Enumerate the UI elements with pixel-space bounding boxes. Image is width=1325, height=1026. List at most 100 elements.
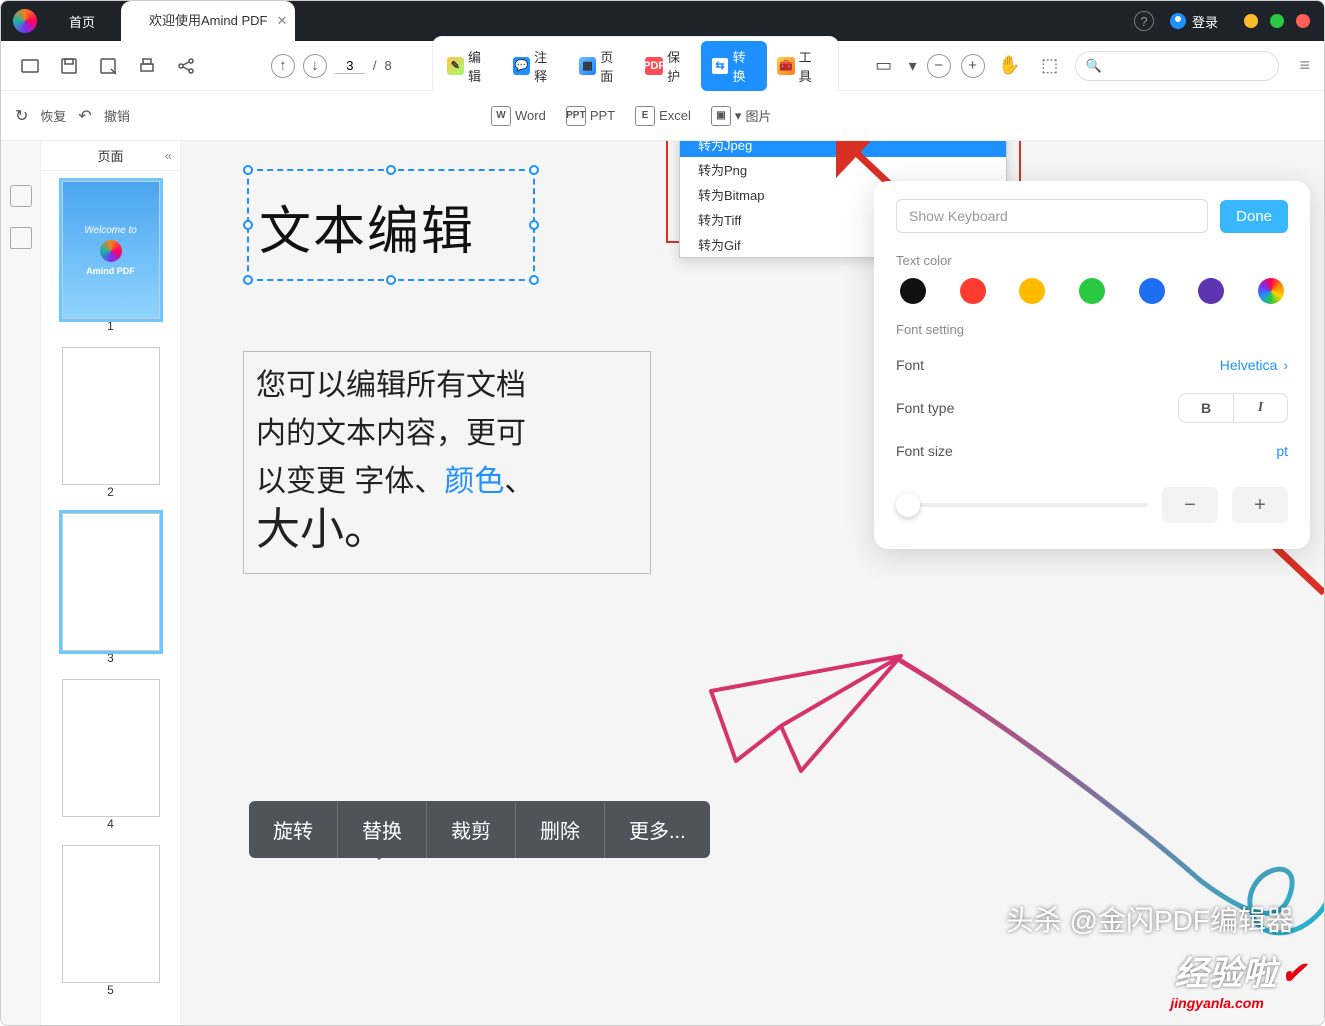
search-input[interactable] xyxy=(1075,51,1280,81)
zoom-out-icon[interactable]: − xyxy=(927,54,951,78)
selected-text-frame[interactable]: 文本编辑 xyxy=(247,169,535,281)
color-picker-icon[interactable] xyxy=(1258,278,1284,304)
color-swatches xyxy=(896,278,1288,310)
body-paragraph[interactable]: 您可以编辑所有文档 内的文本内容，更可 以变更 字体、颜色、 大小。 xyxy=(243,351,651,574)
ctx-delete[interactable]: 删除 xyxy=(516,801,605,858)
thumb-2-number: 2 xyxy=(62,485,160,499)
resize-handle[interactable] xyxy=(243,165,253,175)
convert-word[interactable]: WWord xyxy=(491,106,546,126)
zoom-in-icon[interactable]: + xyxy=(961,54,985,78)
thumb-3-number: 3 xyxy=(62,651,160,665)
color-yellow[interactable] xyxy=(1019,278,1045,304)
redo-icon[interactable]: ↻ xyxy=(15,106,28,126)
thumbnails-rail-icon[interactable] xyxy=(10,185,32,207)
document-canvas[interactable]: 转为Jpeg 转为Png 转为Bitmap 转为Tiff 转为Gif 文本编辑 … xyxy=(181,141,1324,1025)
undo-icon[interactable]: ↶ xyxy=(78,106,91,126)
dropdown-item-png[interactable]: 转为Png xyxy=(680,157,1006,182)
thumbnail-2[interactable] xyxy=(62,347,160,485)
resize-handle[interactable] xyxy=(243,275,253,285)
minimize-dot[interactable] xyxy=(1244,14,1258,28)
increase-size-button[interactable]: + xyxy=(1232,487,1288,523)
resize-handle[interactable] xyxy=(529,220,539,230)
font-size-slider[interactable] xyxy=(896,503,1148,507)
color-red[interactable] xyxy=(960,278,986,304)
convert-ppt[interactable]: PPTPPT xyxy=(566,106,615,126)
ctx-replace[interactable]: 替换 xyxy=(338,801,427,858)
mode-tools[interactable]: 🧰工具 xyxy=(767,41,833,91)
ctx-more[interactable]: 更多... xyxy=(605,801,710,858)
thumb-cover-name: Amind PDF xyxy=(86,266,135,276)
convert-excel[interactable]: EExcel xyxy=(635,106,691,126)
open-icon[interactable] xyxy=(15,51,44,81)
italic-toggle[interactable]: I xyxy=(1233,394,1287,422)
mode-annotate-label: 注释 xyxy=(534,47,559,85)
print-icon[interactable] xyxy=(133,51,162,81)
mode-tabs: ✎编辑 💬注释 ▦页面 PDF保护 ⇆转换 🧰工具 xyxy=(432,36,839,96)
share-icon[interactable] xyxy=(172,51,201,81)
color-green[interactable] xyxy=(1079,278,1105,304)
save-as-icon[interactable] xyxy=(93,51,122,81)
collapse-panel-icon[interactable]: « xyxy=(165,148,172,163)
select-tool-icon[interactable]: ⬚ xyxy=(1035,51,1065,81)
page-navigator: ↑ ↓ / 8 xyxy=(271,54,392,78)
para-line4: 大小。 xyxy=(256,505,388,554)
watermark-author: 头杀 @金闪PDF编辑器 xyxy=(1006,899,1294,939)
save-icon[interactable] xyxy=(54,51,83,81)
resize-handle[interactable] xyxy=(386,165,396,175)
done-button[interactable]: Done xyxy=(1220,200,1288,233)
font-row[interactable]: Font Helvetica› xyxy=(896,347,1288,383)
mode-convert[interactable]: ⇆转换 xyxy=(701,41,767,91)
thumbnail-5[interactable] xyxy=(62,845,160,983)
mode-annotate[interactable]: 💬注释 xyxy=(503,41,569,91)
resize-handle[interactable] xyxy=(386,275,396,285)
thumbnail-1[interactable]: Welcome to Amind PDF xyxy=(62,181,160,319)
resize-handle[interactable] xyxy=(529,165,539,175)
maximize-dot[interactable] xyxy=(1270,14,1284,28)
page-number-input[interactable] xyxy=(335,58,365,74)
resize-handle[interactable] xyxy=(243,220,253,230)
user-icon xyxy=(1170,13,1186,29)
dropdown-item-jpeg[interactable]: 转为Jpeg xyxy=(680,141,1006,157)
page-up-icon[interactable]: ↑ xyxy=(271,54,295,78)
mode-page[interactable]: ▦页面 xyxy=(569,41,635,91)
thumbnail-3[interactable] xyxy=(62,513,160,651)
document-tab[interactable]: 欢迎使用Amind PDF ✕ xyxy=(121,1,295,41)
font-type-row: Font type B I xyxy=(896,383,1288,433)
mode-protect[interactable]: PDF保护 xyxy=(635,41,701,91)
dropdown-caret-icon[interactable]: ▾ xyxy=(909,56,917,76)
mode-edit[interactable]: ✎编辑 xyxy=(437,41,503,91)
decrease-size-button[interactable]: − xyxy=(1162,487,1218,523)
undo-label[interactable]: 撤销 xyxy=(104,106,130,125)
para-line2: 内的文本内容，更可 xyxy=(256,417,526,450)
ctx-rotate[interactable]: 旋转 xyxy=(249,801,338,858)
image-icon: ▣ xyxy=(711,106,731,126)
close-tab-icon[interactable]: ✕ xyxy=(277,1,288,41)
convert-toolbar: ↻ 恢复 ↶ 撤销 WWord PPTPPT EExcel ▣▾图片 xyxy=(1,91,1324,141)
convert-image[interactable]: ▣▾图片 xyxy=(711,106,772,126)
page-down-icon[interactable]: ↓ xyxy=(303,54,327,78)
convert-image-label: 图片 xyxy=(745,106,771,125)
color-blue[interactable] xyxy=(1139,278,1165,304)
thumb-cover-logo xyxy=(100,240,122,262)
show-keyboard-button[interactable]: Show Keyboard xyxy=(896,199,1208,233)
thumbnail-4[interactable] xyxy=(62,679,160,817)
hand-tool-icon[interactable]: ✋ xyxy=(995,51,1025,81)
protect-icon: PDF xyxy=(645,57,663,75)
bold-toggle[interactable]: B xyxy=(1179,394,1233,422)
color-purple[interactable] xyxy=(1198,278,1224,304)
menu-icon[interactable]: ≡ xyxy=(1299,55,1310,76)
watermark-brand-text: 经验啦 xyxy=(1174,955,1276,993)
color-black[interactable] xyxy=(900,278,926,304)
thumbnails-header: 页面 « xyxy=(41,141,180,171)
ctx-crop[interactable]: 裁剪 xyxy=(427,801,516,858)
resize-handle[interactable] xyxy=(529,275,539,285)
outline-rail-icon[interactable] xyxy=(10,227,32,249)
login-button[interactable]: 登录 xyxy=(1170,12,1218,31)
fit-width-icon[interactable]: ▭ xyxy=(869,51,899,81)
home-tab[interactable]: 首页 xyxy=(47,12,117,31)
page-sep: / xyxy=(373,58,377,73)
ppt-icon: PPT xyxy=(566,106,586,126)
help-icon[interactable]: ? xyxy=(1134,11,1154,31)
close-dot[interactable] xyxy=(1296,14,1310,28)
redo-label[interactable]: 恢复 xyxy=(40,106,66,125)
